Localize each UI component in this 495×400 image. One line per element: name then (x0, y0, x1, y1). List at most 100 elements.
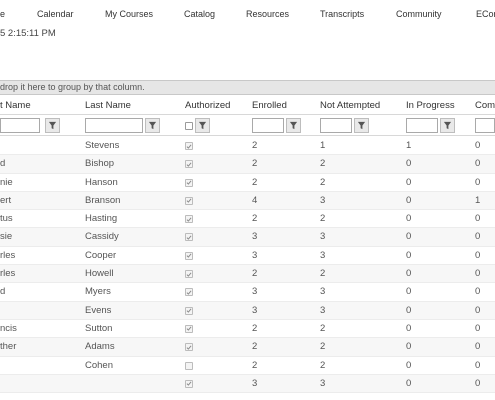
completed-filter-input[interactable] (475, 118, 495, 133)
column-header-completed[interactable]: Comp (475, 100, 495, 111)
cell-first-name: rles (0, 268, 16, 280)
column-header-enrolled[interactable]: Enrolled (252, 100, 287, 111)
authorized-checkbox[interactable] (185, 324, 193, 333)
column-header-in-progress[interactable]: In Progress (406, 100, 455, 111)
funnel-icon (148, 121, 157, 130)
column-header-authorized[interactable]: Authorized (185, 100, 230, 111)
enrolled-filter-input[interactable] (252, 118, 284, 133)
cell-completed: 0 (475, 231, 481, 243)
checkmark-icon (186, 198, 192, 204)
cell-not-attempted: 1 (320, 140, 326, 151)
funnel-icon (443, 121, 452, 130)
cell-last-name: Stevens (85, 140, 120, 151)
table-row[interactable]: d Bishop 2 2 0 0 (0, 155, 495, 174)
table-row[interactable]: tus Hasting 2 2 0 0 (0, 210, 495, 229)
not-attempted-filter-button[interactable] (354, 118, 369, 133)
nav-item-econnect[interactable]: EConn (476, 9, 495, 19)
authorized-checkbox[interactable] (185, 251, 193, 260)
cell-in-progress: 0 (406, 268, 412, 280)
authorized-checkbox[interactable] (185, 196, 193, 205)
table-row[interactable]: Cohen 2 2 0 0 (0, 357, 495, 375)
table-row[interactable]: Evens 3 3 0 0 (0, 301, 495, 320)
group-by-drop-area[interactable]: drop it here to group by that column. (0, 80, 495, 95)
cell-not-attempted: 2 (320, 359, 326, 371)
authorized-checkbox[interactable] (185, 270, 193, 279)
funnel-icon (48, 121, 57, 130)
report-timestamp: 5 2:15:11 PM (0, 28, 56, 39)
column-header-last-name[interactable]: Last Name (85, 100, 131, 111)
cell-not-attempted: 3 (320, 377, 326, 389)
nav-item-home[interactable]: e (0, 9, 5, 19)
authorized-checkbox[interactable] (185, 233, 193, 242)
cell-first-name: tus (0, 213, 13, 225)
cell-not-attempted: 3 (320, 231, 326, 243)
authorized-checkbox[interactable] (185, 178, 193, 187)
first-name-filter-input[interactable] (0, 118, 40, 133)
column-header-first-name[interactable]: t Name (0, 100, 31, 111)
table-row[interactable]: nie Hanson 2 2 0 0 (0, 174, 495, 192)
authorized-filter-checkbox[interactable] (185, 122, 193, 130)
cell-enrolled: 3 (252, 304, 258, 316)
cell-enrolled: 4 (252, 194, 258, 206)
cell-not-attempted: 2 (320, 158, 326, 170)
cell-completed: 0 (475, 158, 481, 170)
cell-not-attempted: 2 (320, 341, 326, 353)
cell-in-progress: 0 (406, 158, 412, 170)
cell-first-name: rles (0, 249, 16, 261)
authorized-checkbox[interactable] (185, 288, 193, 297)
table-row[interactable]: d Myers 3 3 0 0 (0, 283, 495, 302)
nav-item-catalog[interactable]: Catalog (184, 9, 215, 19)
nav-item-transcripts[interactable]: Transcripts (320, 9, 364, 19)
not-attempted-filter-input[interactable] (320, 118, 352, 133)
first-name-filter-button[interactable] (45, 118, 60, 133)
column-header-not-attempted[interactable]: Not Attempted (320, 100, 380, 111)
in-progress-filter-button[interactable] (440, 118, 455, 133)
checkmark-icon (186, 217, 192, 222)
authorized-filter-button[interactable] (195, 118, 210, 133)
authorized-checkbox[interactable] (185, 343, 193, 352)
authorized-checkbox[interactable] (185, 215, 193, 224)
checkmark-icon (186, 308, 192, 313)
cell-in-progress: 0 (406, 231, 412, 243)
cell-enrolled: 3 (252, 249, 258, 261)
checkmark-icon (186, 290, 192, 295)
cell-last-name: Sutton (85, 322, 113, 334)
authorized-checkbox[interactable] (185, 379, 193, 388)
cell-not-attempted: 2 (320, 176, 326, 188)
last-name-filter-input[interactable] (85, 118, 143, 133)
authorized-checkbox[interactable] (185, 306, 193, 315)
table-row[interactable]: ert Branson 4 3 0 1 (0, 191, 495, 211)
cell-enrolled: 2 (252, 322, 258, 334)
checkmark-icon (186, 180, 192, 185)
nav-item-resources[interactable]: Resources (246, 9, 289, 19)
nav-item-community[interactable]: Community (396, 9, 442, 19)
table-row[interactable]: Stevens 2 1 1 0 (0, 137, 495, 156)
table-row[interactable]: sie Cassidy 3 3 0 0 (0, 228, 495, 247)
authorized-checkbox[interactable] (185, 160, 193, 169)
checkmark-icon (186, 272, 192, 277)
table-row[interactable]: 3 3 0 0 (0, 374, 495, 394)
nav-item-calendar[interactable]: Calendar (37, 9, 74, 19)
table-row[interactable]: ther Adams 2 2 0 0 (0, 338, 495, 357)
in-progress-filter-input[interactable] (406, 118, 438, 133)
table-row[interactable]: rles Howell 2 2 0 0 (0, 265, 495, 284)
cell-first-name: ert (0, 194, 12, 206)
table-row[interactable]: ncis Sutton 2 2 0 0 (0, 320, 495, 339)
cell-completed: 0 (475, 268, 481, 280)
authorized-checkbox[interactable] (185, 142, 193, 150)
table-row[interactable]: rles Cooper 3 3 0 0 (0, 247, 495, 266)
funnel-icon (289, 121, 298, 130)
cell-not-attempted: 2 (320, 322, 326, 334)
cell-completed: 0 (475, 140, 481, 151)
enrolled-filter-button[interactable] (286, 118, 301, 133)
cell-completed: 0 (475, 377, 481, 389)
cell-enrolled: 3 (252, 286, 258, 298)
top-navigation: e Calendar My Courses Catalog Resources … (0, 0, 495, 28)
cell-first-name: ncis (0, 322, 17, 334)
checkmark-icon (186, 144, 192, 149)
cell-last-name: Hasting (85, 213, 118, 225)
cell-last-name: Branson (85, 194, 121, 206)
nav-item-my-courses[interactable]: My Courses (105, 9, 153, 19)
last-name-filter-button[interactable] (145, 118, 160, 133)
authorized-checkbox[interactable] (185, 361, 193, 370)
